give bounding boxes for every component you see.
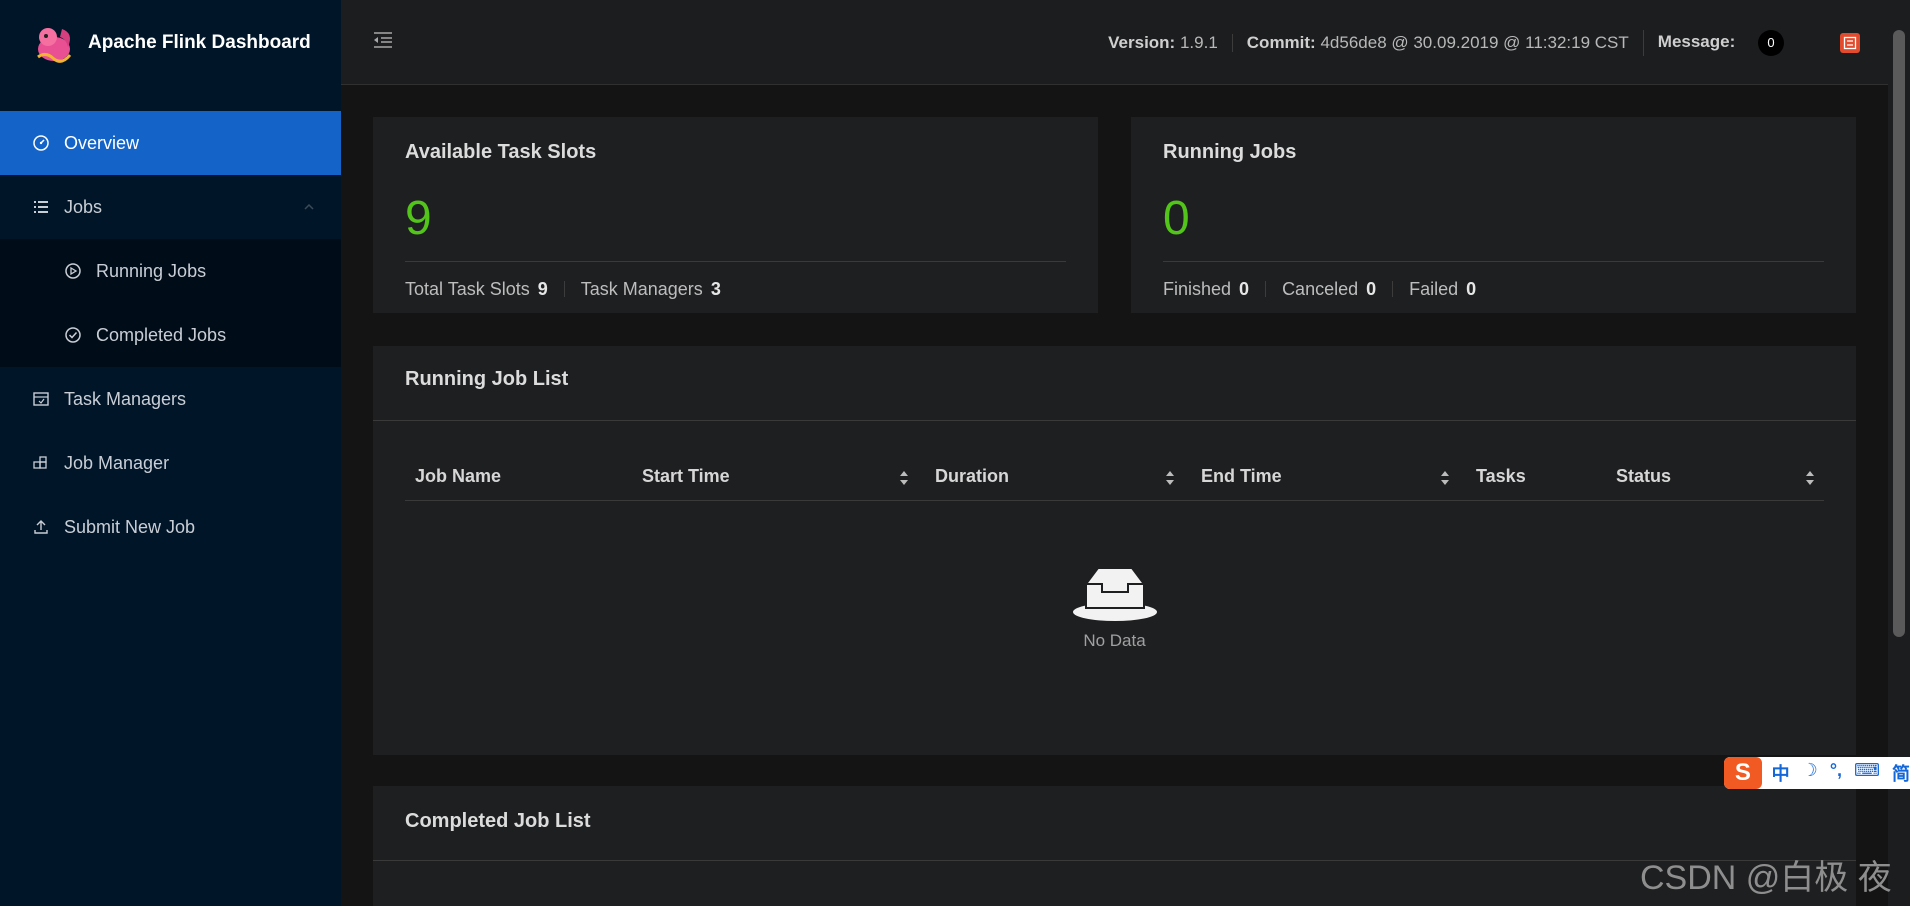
table-header-divider — [405, 500, 1824, 501]
sidebar-item-label: Running Jobs — [96, 260, 207, 281]
commit-value: 4d56de8 @ 30.09.2019 @ 11:32:19 CST — [1320, 32, 1629, 52]
column-start-time[interactable]: Start Time — [642, 466, 730, 487]
available-slots-value: 9 — [405, 192, 432, 245]
jobs-submenu: Running Jobs Completed Jobs — [0, 239, 341, 367]
ime-items: 中 ☽ °, ⌨ 简 — [1762, 760, 1910, 786]
sidebar-item-label: Overview — [64, 132, 140, 153]
running-job-list-title: Running Job List — [405, 368, 569, 390]
divider — [373, 860, 1856, 861]
logo[interactable]: Apache Flink Dashboard — [0, 0, 341, 86]
task-managers-value: 3 — [710, 279, 721, 299]
sidebar-item-submit-new-job[interactable]: Submit New Job — [0, 495, 341, 559]
running-jobs-card: Running Jobs 0 Finished 0 Canceled 0 Faile… — [1131, 117, 1856, 313]
version-value: 1.9.1 — [1179, 32, 1218, 52]
running-jobs-value: 0 — [1163, 192, 1190, 245]
play-circle-icon — [64, 262, 82, 280]
task-managers-label: Task Managers — [580, 279, 703, 299]
column-tasks: Tasks — [1476, 466, 1526, 486]
ime-item-chinese[interactable]: 中 — [1772, 760, 1790, 786]
column-status[interactable]: Status — [1616, 466, 1671, 487]
message-label: Message: — [1657, 31, 1736, 51]
empty-state: No Data — [1072, 566, 1158, 651]
ime-item-moon-icon[interactable]: ☽ — [1802, 760, 1818, 786]
sidebar-item-label: Jobs — [64, 196, 103, 217]
sidebar-nav: Overview Jobs Running Jobs Completed Job… — [0, 111, 341, 559]
running-job-list-card: Running Job List Job Name Start Time Dur… — [373, 346, 1856, 755]
sidebar-item-overview[interactable]: Overview — [0, 111, 341, 175]
total-task-slots: Total Task Slots 9 — [405, 279, 564, 299]
sort-icon[interactable] — [1165, 469, 1175, 487]
version-label: Version: — [1108, 32, 1176, 52]
ime-toolbar[interactable]: S 中 ☽ °, ⌨ 简 — [1724, 757, 1910, 789]
finished-label: Finished — [1163, 279, 1232, 299]
total-task-slots-value: 9 — [537, 279, 548, 299]
ime-item-keyboard-icon[interactable]: ⌨ — [1854, 760, 1880, 786]
error-log-icon[interactable] — [1840, 32, 1860, 53]
failed-value: 0 — [1466, 279, 1477, 299]
total-task-slots-label: Total Task Slots — [405, 279, 530, 299]
build-icon — [32, 454, 50, 472]
watermark: CSDN @白极 夜 — [1640, 859, 1892, 897]
canceled-value: 0 — [1366, 279, 1377, 299]
schedule-icon — [32, 390, 50, 408]
sidebar-item-completed-jobs[interactable]: Completed Jobs — [0, 303, 341, 367]
sort-icon[interactable] — [899, 469, 909, 487]
task-slots-stats: Total Task Slots 9 Task Managers 3 — [405, 279, 737, 299]
column-job-name: Job Name — [415, 466, 502, 486]
version-info: Version: 1.9.1 — [1094, 32, 1232, 52]
column-end-time[interactable]: End Time — [1201, 466, 1282, 487]
check-circle-icon — [64, 326, 82, 344]
completed-job-list-title: Completed Job List — [405, 810, 591, 832]
menu-fold-icon[interactable] — [371, 29, 395, 51]
sidebar-item-label: Submit New Job — [64, 516, 196, 537]
message-count-badge[interactable]: 0 — [1758, 29, 1784, 56]
sidebar-item-task-managers[interactable]: Task Managers — [0, 367, 341, 431]
running-jobs-title: Running Jobs — [1163, 141, 1297, 163]
task-slots-card: Available Task Slots 9 Total Task Slots 9… — [373, 117, 1098, 313]
upload-icon — [32, 518, 50, 536]
ime-item-punctuation[interactable]: °, — [1830, 760, 1842, 786]
app-title: Apache Flink Dashboard — [88, 32, 311, 53]
message-info[interactable]: Message: 0 — [1642, 29, 1798, 56]
failed-count: Failed 0 — [1392, 279, 1492, 299]
finished-value: 0 — [1239, 279, 1250, 299]
ime-item-simplified[interactable]: 简 — [1892, 760, 1910, 786]
empty-inbox-icon — [1072, 567, 1157, 621]
divider — [1163, 261, 1824, 262]
sort-icon[interactable] — [1805, 469, 1815, 487]
task-slots-title: Available Task Slots — [405, 141, 597, 163]
finished-count: Finished 0 — [1163, 279, 1265, 299]
completed-job-list-card: Completed Job List — [373, 786, 1856, 906]
canceled-label: Canceled — [1282, 279, 1359, 299]
sidebar-item-label: Task Managers — [64, 388, 187, 409]
scrollbar-thumb[interactable] — [1893, 30, 1905, 637]
commit-info: Commit: 4d56de8 @ 30.09.2019 @ 11:32:19 … — [1231, 32, 1643, 52]
flink-squirrel-logo-icon — [37, 28, 72, 63]
sidebar-item-label: Completed Jobs — [96, 324, 227, 345]
list-icon — [32, 198, 50, 216]
column-duration[interactable]: Duration — [935, 466, 1009, 487]
empty-text: No Data — [1083, 631, 1146, 650]
sort-icon[interactable] — [1440, 469, 1450, 487]
chevron-up-icon — [304, 203, 314, 210]
sidebar-item-running-jobs[interactable]: Running Jobs — [0, 239, 341, 303]
running-job-table: Job Name Start Time Duration End Time Ta… — [405, 420, 1824, 501]
header-info: Version: 1.9.1 Commit: 4d56de8 @ 30.09.2… — [1094, 0, 1888, 85]
canceled-count: Canceled 0 — [1265, 279, 1392, 299]
sidebar-item-label: Job Manager — [64, 452, 170, 473]
running-jobs-stats: Finished 0 Canceled 0 Failed 0 — [1163, 279, 1492, 299]
main-content: Available Task Slots 9 Total Task Slots 9… — [341, 86, 1888, 906]
sidebar: Apache Flink Dashboard Overview Jobs Run… — [0, 0, 341, 906]
dashboard-icon — [32, 134, 50, 152]
sidebar-item-job-manager[interactable]: Job Manager — [0, 431, 341, 495]
divider — [405, 261, 1066, 262]
failed-label: Failed — [1409, 279, 1459, 299]
top-header: Version: 1.9.1 Commit: 4d56de8 @ 30.09.2… — [341, 0, 1888, 85]
sogou-logo-icon[interactable]: S — [1724, 757, 1762, 789]
commit-label: Commit: — [1246, 32, 1316, 52]
task-managers-count: Task Managers 3 — [563, 279, 737, 299]
sidebar-item-jobs[interactable]: Jobs — [0, 175, 341, 239]
